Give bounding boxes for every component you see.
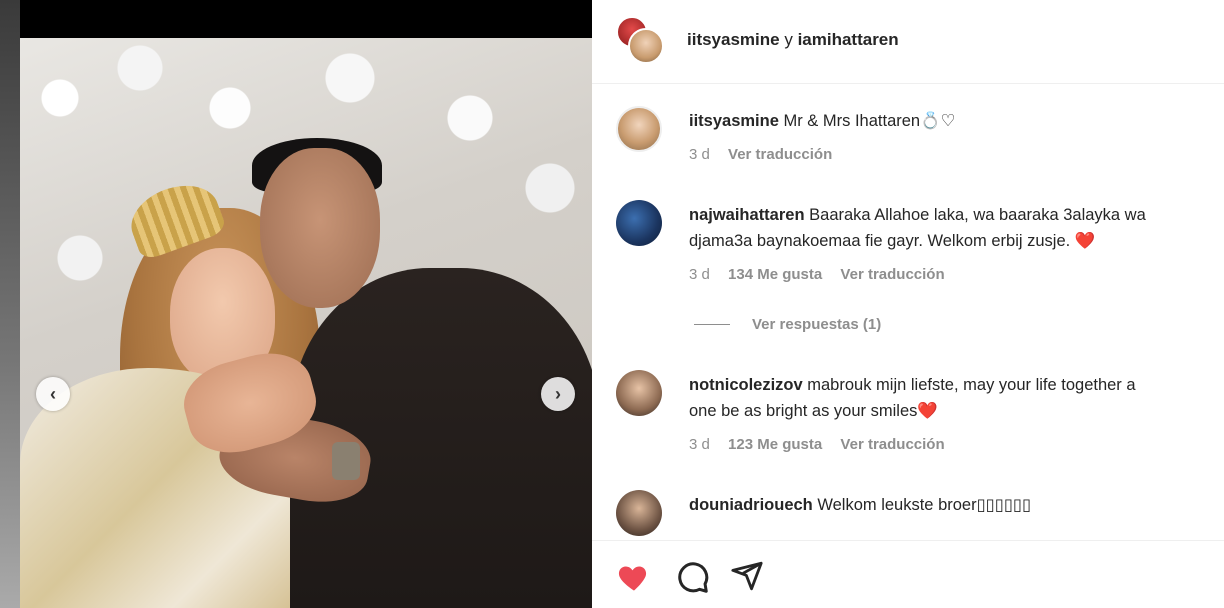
like-button[interactable] — [616, 559, 652, 595]
comment-meta: 3 d 123 Me gusta Ver traducción — [689, 436, 959, 453]
comment-line-1: mabrouk mijn liefste, may your life toge… — [802, 376, 1136, 394]
media-topbar — [20, 0, 592, 38]
photo-watch — [332, 442, 360, 480]
photo-groom-face — [260, 148, 380, 308]
comment-time[interactable]: 3 d — [689, 266, 710, 283]
comment-button[interactable] — [674, 559, 710, 595]
author-joiner: y — [779, 30, 798, 49]
share-icon — [731, 561, 763, 591]
like-count[interactable]: 134 Me gusta — [728, 266, 822, 283]
avatar[interactable] — [616, 370, 662, 416]
comment-username[interactable]: najwaihattaren — [689, 206, 805, 224]
avatar[interactable] — [628, 28, 664, 64]
comment-username[interactable]: douniadriouech — [689, 496, 813, 514]
author-username-2[interactable]: iamihattaren — [798, 30, 899, 49]
comments-panel: iitsyasmine y iamihattaren iitsyasmine M… — [592, 0, 1224, 608]
comment-line-2: djama3a baynakoemaa fie gayr. Welkom erb… — [689, 232, 1096, 250]
instagram-post-view: ‹ › iitsyasmine y iamihattaren iitsyasmi… — [0, 0, 1224, 608]
caption-text: iitsyasmine Mr & Mrs Ihattaren💍♡ — [689, 108, 1224, 134]
comment-text: notnicolezizov mabrouk mijn liefste, may… — [689, 372, 1224, 424]
post-header: iitsyasmine y iamihattaren — [592, 0, 1224, 84]
like-count[interactable]: 123 Me gusta — [728, 436, 822, 453]
post-media: ‹ › — [20, 0, 592, 608]
heart-icon — [618, 566, 647, 591]
previous-photo-button[interactable]: ‹ — [36, 377, 70, 411]
avatar[interactable] — [616, 200, 662, 246]
translate-link[interactable]: Ver traducción — [840, 266, 944, 283]
view-replies-button[interactable]: Ver respuestas (1) — [694, 316, 881, 333]
comment-text: douniadriouech Welkom leukste broer▯▯▯▯▯… — [689, 492, 1224, 518]
view-replies-label: Ver respuestas (1) — [752, 316, 882, 333]
background-strip — [0, 0, 20, 608]
next-photo-button[interactable]: › — [541, 377, 575, 411]
post-authors: iitsyasmine y iamihattaren — [687, 30, 899, 50]
share-button[interactable] — [730, 559, 766, 595]
author-username[interactable]: iitsyasmine — [687, 30, 780, 49]
action-bar — [592, 540, 1224, 608]
comment-meta: 3 d 134 Me gusta Ver traducción — [689, 266, 959, 283]
comment-time[interactable]: 3 d — [689, 436, 710, 453]
post-photo — [20, 38, 592, 608]
collab-avatars[interactable] — [616, 16, 664, 66]
chevron-left-icon: ‹ — [50, 383, 56, 404]
caption-content: Mr & Mrs Ihattaren💍♡ — [778, 112, 956, 130]
comment-line-2: one be as bright as your smiles❤️ — [689, 402, 938, 420]
translate-link[interactable]: Ver traducción — [728, 146, 832, 163]
translate-link[interactable]: Ver traducción — [840, 436, 944, 453]
caption-meta: 3 d Ver traducción — [689, 146, 846, 163]
comment-text: najwaihattaren Baaraka Allahoe laka, wa … — [689, 202, 1224, 254]
avatar[interactable] — [616, 490, 662, 536]
comment-time[interactable]: 3 d — [689, 146, 710, 163]
avatar[interactable] — [616, 106, 662, 152]
comment-username[interactable]: notnicolezizov — [689, 376, 803, 394]
comment-line-1: Welkom leukste broer▯▯▯▯▯▯ — [812, 496, 1032, 514]
divider — [694, 324, 730, 325]
comment-icon — [678, 562, 709, 593]
chevron-right-icon: › — [555, 383, 561, 404]
comment-username[interactable]: iitsyasmine — [689, 112, 779, 130]
comments-list[interactable]: iitsyasmine Mr & Mrs Ihattaren💍♡ 3 d Ver… — [592, 84, 1224, 540]
comment-line-1: Baaraka Allahoe laka, wa baaraka 3alayka… — [804, 206, 1146, 224]
